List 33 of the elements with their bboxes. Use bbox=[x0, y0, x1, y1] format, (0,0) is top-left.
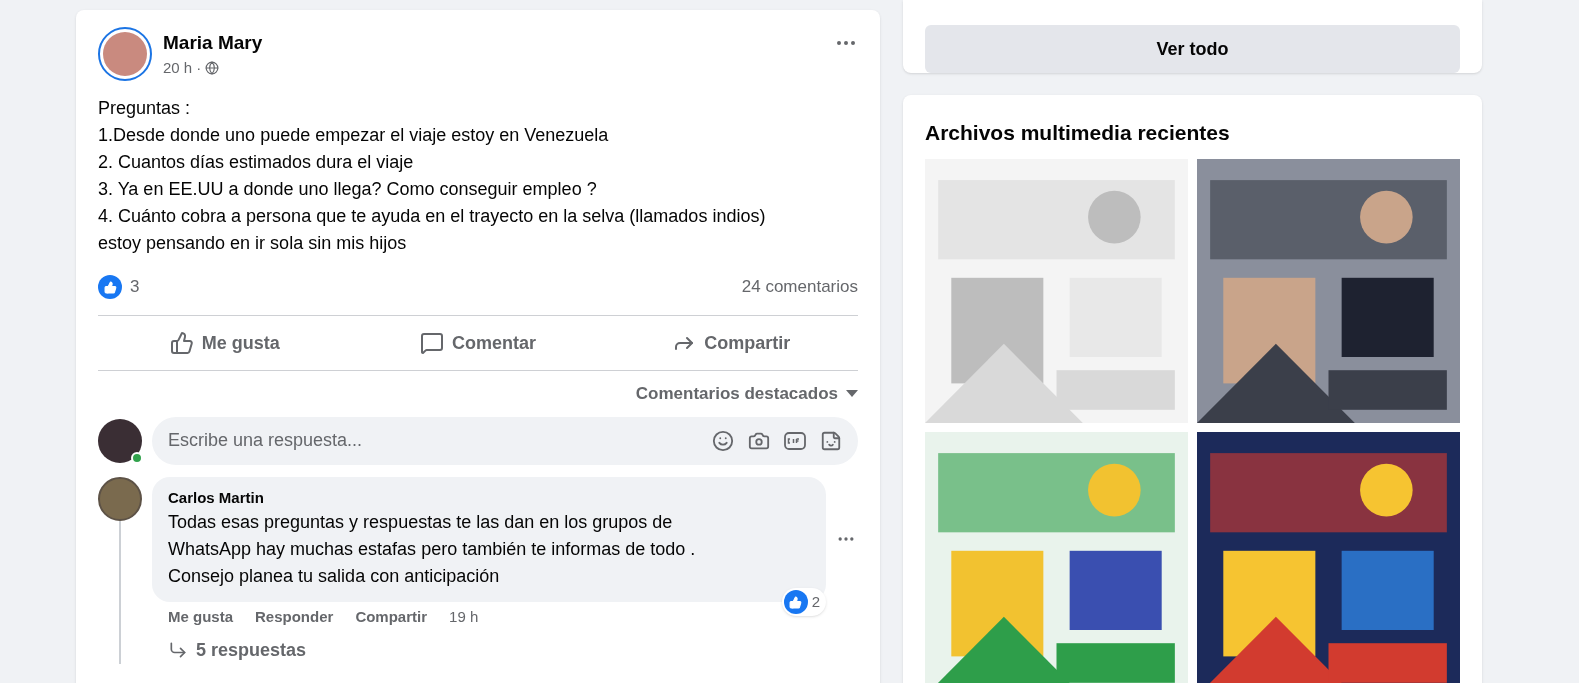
sort-dropdown[interactable]: Comentarios destacados bbox=[635, 381, 858, 407]
author-name[interactable]: Maria Mary bbox=[163, 28, 823, 57]
media-title: Archivos multimedia recientes bbox=[925, 120, 1231, 146]
reaction-count: 2 bbox=[811, 591, 820, 612]
replies-link[interactable]: 5 respuestas bbox=[196, 636, 307, 664]
emoji-icon[interactable] bbox=[712, 429, 734, 452]
comment-icon bbox=[420, 331, 444, 355]
reaction-pill[interactable]: 2 bbox=[781, 588, 826, 616]
reply-field[interactable]: Escribe una respuesta... bbox=[168, 427, 712, 454]
like-button[interactable]: Me gusta bbox=[98, 321, 352, 365]
globe-icon bbox=[205, 61, 220, 76]
comment-button[interactable]: Comentar bbox=[351, 321, 605, 365]
share-button[interactable]: Compartir bbox=[604, 321, 858, 365]
reply-arrow-icon bbox=[168, 640, 188, 660]
like-icon bbox=[169, 331, 194, 355]
like-reaction-icon bbox=[783, 590, 808, 614]
comment-action-link[interactable]: Compartir bbox=[355, 606, 428, 629]
avatar[interactable] bbox=[98, 476, 142, 521]
comment-action-link[interactable]: Me gusta bbox=[168, 606, 233, 629]
post-text: Preguntas : 1.Desde donde uno puede empezar el viaje estoy en Venezuela 2. Cuantos días estimados dura el viaje 3. Ya en EE.UU a donde uno llega? Como conseguir empleo ? 4. Cuánto cobra a persona que te ayuda en el trayecto en la selva (llamados indios) estoy pensando en ir sola sin mis hijos bbox=[98, 97, 767, 255]
see-all-button[interactable]: Ver todo bbox=[925, 25, 1460, 73]
like-reaction-icon bbox=[98, 275, 122, 299]
comment-text: Todas esas preguntas y respuestas te las dan en los grupos de WhatsApp hay muchas estafas pero también te informas de todo . Consejo planea tu salida con anticipación bbox=[168, 511, 697, 588]
gif-icon[interactable] bbox=[784, 430, 806, 451]
comment-author[interactable]: Carlos Martin bbox=[168, 486, 810, 509]
comment-time[interactable]: 19 h bbox=[449, 606, 479, 629]
avatar[interactable] bbox=[98, 418, 142, 463]
reaction-count[interactable]: 3 bbox=[130, 274, 140, 300]
sticker-icon[interactable] bbox=[820, 429, 842, 452]
comment-action-link[interactable]: Responder bbox=[255, 606, 334, 629]
reply-composer[interactable]: Escribe una respuesta... bbox=[152, 416, 858, 465]
post-time[interactable]: 20 h · bbox=[163, 57, 202, 80]
comment-count[interactable]: 24 comentarios bbox=[741, 274, 858, 300]
